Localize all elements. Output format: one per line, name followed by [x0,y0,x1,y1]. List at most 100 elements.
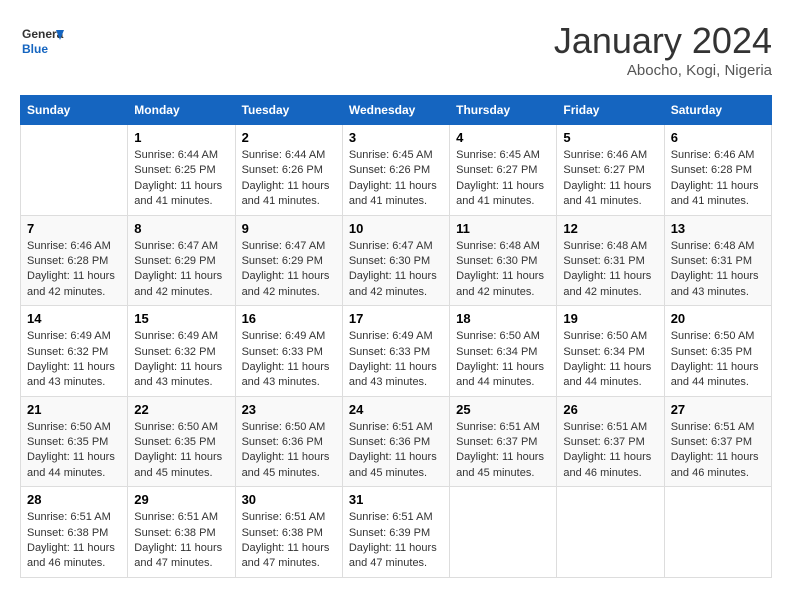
daylight-text: Daylight: 11 hours and 41 minutes. [134,179,228,210]
daylight-text: Daylight: 11 hours and 47 minutes. [242,541,336,572]
day-cell: 10 Sunrise: 6:47 AM Sunset: 6:30 PM Dayl… [342,215,449,306]
day-info: Sunrise: 6:50 AM Sunset: 6:35 PM Dayligh… [134,420,228,482]
day-info: Sunrise: 6:51 AM Sunset: 6:38 PM Dayligh… [242,510,336,572]
day-info: Sunrise: 6:45 AM Sunset: 6:27 PM Dayligh… [456,148,550,210]
logo-svg: General Blue [20,20,64,64]
sunset-text: Sunset: 6:30 PM [349,254,443,269]
day-number: 25 [456,402,550,417]
day-cell: 30 Sunrise: 6:51 AM Sunset: 6:38 PM Dayl… [235,487,342,578]
sunrise-text: Sunrise: 6:50 AM [242,420,336,435]
day-cell: 18 Sunrise: 6:50 AM Sunset: 6:34 PM Dayl… [450,306,557,397]
day-cell: 1 Sunrise: 6:44 AM Sunset: 6:25 PM Dayli… [128,125,235,216]
sunset-text: Sunset: 6:26 PM [349,163,443,178]
day-number: 22 [134,402,228,417]
week-row-3: 14 Sunrise: 6:49 AM Sunset: 6:32 PM Dayl… [21,306,772,397]
day-info: Sunrise: 6:50 AM Sunset: 6:35 PM Dayligh… [671,329,765,391]
day-cell [557,487,664,578]
daylight-text: Daylight: 11 hours and 43 minutes. [242,360,336,391]
day-cell: 28 Sunrise: 6:51 AM Sunset: 6:38 PM Dayl… [21,487,128,578]
sunset-text: Sunset: 6:29 PM [134,254,228,269]
sunrise-text: Sunrise: 6:50 AM [563,329,657,344]
day-cell: 26 Sunrise: 6:51 AM Sunset: 6:37 PM Dayl… [557,396,664,487]
daylight-text: Daylight: 11 hours and 47 minutes. [134,541,228,572]
sunrise-text: Sunrise: 6:51 AM [563,420,657,435]
daylight-text: Daylight: 11 hours and 47 minutes. [349,541,443,572]
daylight-text: Daylight: 11 hours and 44 minutes. [563,360,657,391]
day-info: Sunrise: 6:51 AM Sunset: 6:39 PM Dayligh… [349,510,443,572]
day-info: Sunrise: 6:45 AM Sunset: 6:26 PM Dayligh… [349,148,443,210]
header-cell-friday: Friday [557,96,664,125]
day-number: 30 [242,492,336,507]
day-cell: 31 Sunrise: 6:51 AM Sunset: 6:39 PM Dayl… [342,487,449,578]
day-info: Sunrise: 6:44 AM Sunset: 6:26 PM Dayligh… [242,148,336,210]
day-info: Sunrise: 6:46 AM Sunset: 6:28 PM Dayligh… [671,148,765,210]
day-number: 21 [27,402,121,417]
day-number: 24 [349,402,443,417]
day-info: Sunrise: 6:47 AM Sunset: 6:29 PM Dayligh… [242,239,336,301]
sunrise-text: Sunrise: 6:49 AM [27,329,121,344]
sunset-text: Sunset: 6:37 PM [671,435,765,450]
sunrise-text: Sunrise: 6:51 AM [242,510,336,525]
day-info: Sunrise: 6:50 AM Sunset: 6:34 PM Dayligh… [456,329,550,391]
day-cell: 9 Sunrise: 6:47 AM Sunset: 6:29 PM Dayli… [235,215,342,306]
daylight-text: Daylight: 11 hours and 41 minutes. [563,179,657,210]
logo: General Blue [20,20,64,64]
week-row-1: 1 Sunrise: 6:44 AM Sunset: 6:25 PM Dayli… [21,125,772,216]
sunrise-text: Sunrise: 6:48 AM [456,239,550,254]
day-number: 2 [242,130,336,145]
day-cell: 4 Sunrise: 6:45 AM Sunset: 6:27 PM Dayli… [450,125,557,216]
header-cell-sunday: Sunday [21,96,128,125]
location: Abocho, Kogi, Nigeria [554,62,772,79]
sunset-text: Sunset: 6:37 PM [563,435,657,450]
day-cell: 16 Sunrise: 6:49 AM Sunset: 6:33 PM Dayl… [235,306,342,397]
sunset-text: Sunset: 6:27 PM [456,163,550,178]
daylight-text: Daylight: 11 hours and 41 minutes. [456,179,550,210]
day-number: 26 [563,402,657,417]
sunrise-text: Sunrise: 6:48 AM [671,239,765,254]
day-number: 23 [242,402,336,417]
title-block: January 2024 Abocho, Kogi, Nigeria [554,20,772,79]
day-info: Sunrise: 6:48 AM Sunset: 6:30 PM Dayligh… [456,239,550,301]
sunrise-text: Sunrise: 6:51 AM [349,420,443,435]
week-row-5: 28 Sunrise: 6:51 AM Sunset: 6:38 PM Dayl… [21,487,772,578]
day-info: Sunrise: 6:46 AM Sunset: 6:28 PM Dayligh… [27,239,121,301]
sunset-text: Sunset: 6:38 PM [134,526,228,541]
day-info: Sunrise: 6:51 AM Sunset: 6:37 PM Dayligh… [456,420,550,482]
header-cell-monday: Monday [128,96,235,125]
day-info: Sunrise: 6:51 AM Sunset: 6:38 PM Dayligh… [134,510,228,572]
sunrise-text: Sunrise: 6:51 AM [671,420,765,435]
header-cell-thursday: Thursday [450,96,557,125]
sunrise-text: Sunrise: 6:51 AM [134,510,228,525]
day-number: 17 [349,311,443,326]
sunset-text: Sunset: 6:34 PM [563,345,657,360]
sunset-text: Sunset: 6:38 PM [242,526,336,541]
sunset-text: Sunset: 6:36 PM [349,435,443,450]
sunset-text: Sunset: 6:25 PM [134,163,228,178]
sunset-text: Sunset: 6:35 PM [134,435,228,450]
sunset-text: Sunset: 6:26 PM [242,163,336,178]
day-number: 14 [27,311,121,326]
week-row-2: 7 Sunrise: 6:46 AM Sunset: 6:28 PM Dayli… [21,215,772,306]
day-number: 4 [456,130,550,145]
sunset-text: Sunset: 6:32 PM [134,345,228,360]
sunrise-text: Sunrise: 6:46 AM [563,148,657,163]
day-number: 10 [349,221,443,236]
sunset-text: Sunset: 6:32 PM [27,345,121,360]
day-cell: 14 Sunrise: 6:49 AM Sunset: 6:32 PM Dayl… [21,306,128,397]
header-cell-saturday: Saturday [664,96,771,125]
day-info: Sunrise: 6:49 AM Sunset: 6:32 PM Dayligh… [134,329,228,391]
sunset-text: Sunset: 6:31 PM [671,254,765,269]
day-cell: 6 Sunrise: 6:46 AM Sunset: 6:28 PM Dayli… [664,125,771,216]
daylight-text: Daylight: 11 hours and 41 minutes. [349,179,443,210]
sunrise-text: Sunrise: 6:47 AM [349,239,443,254]
day-info: Sunrise: 6:51 AM Sunset: 6:38 PM Dayligh… [27,510,121,572]
calendar-table: SundayMondayTuesdayWednesdayThursdayFrid… [20,95,772,578]
header-row: SundayMondayTuesdayWednesdayThursdayFrid… [21,96,772,125]
daylight-text: Daylight: 11 hours and 45 minutes. [456,450,550,481]
sunrise-text: Sunrise: 6:50 AM [27,420,121,435]
daylight-text: Daylight: 11 hours and 45 minutes. [349,450,443,481]
sunrise-text: Sunrise: 6:47 AM [242,239,336,254]
sunset-text: Sunset: 6:36 PM [242,435,336,450]
sunrise-text: Sunrise: 6:49 AM [349,329,443,344]
svg-text:Blue: Blue [22,42,48,56]
